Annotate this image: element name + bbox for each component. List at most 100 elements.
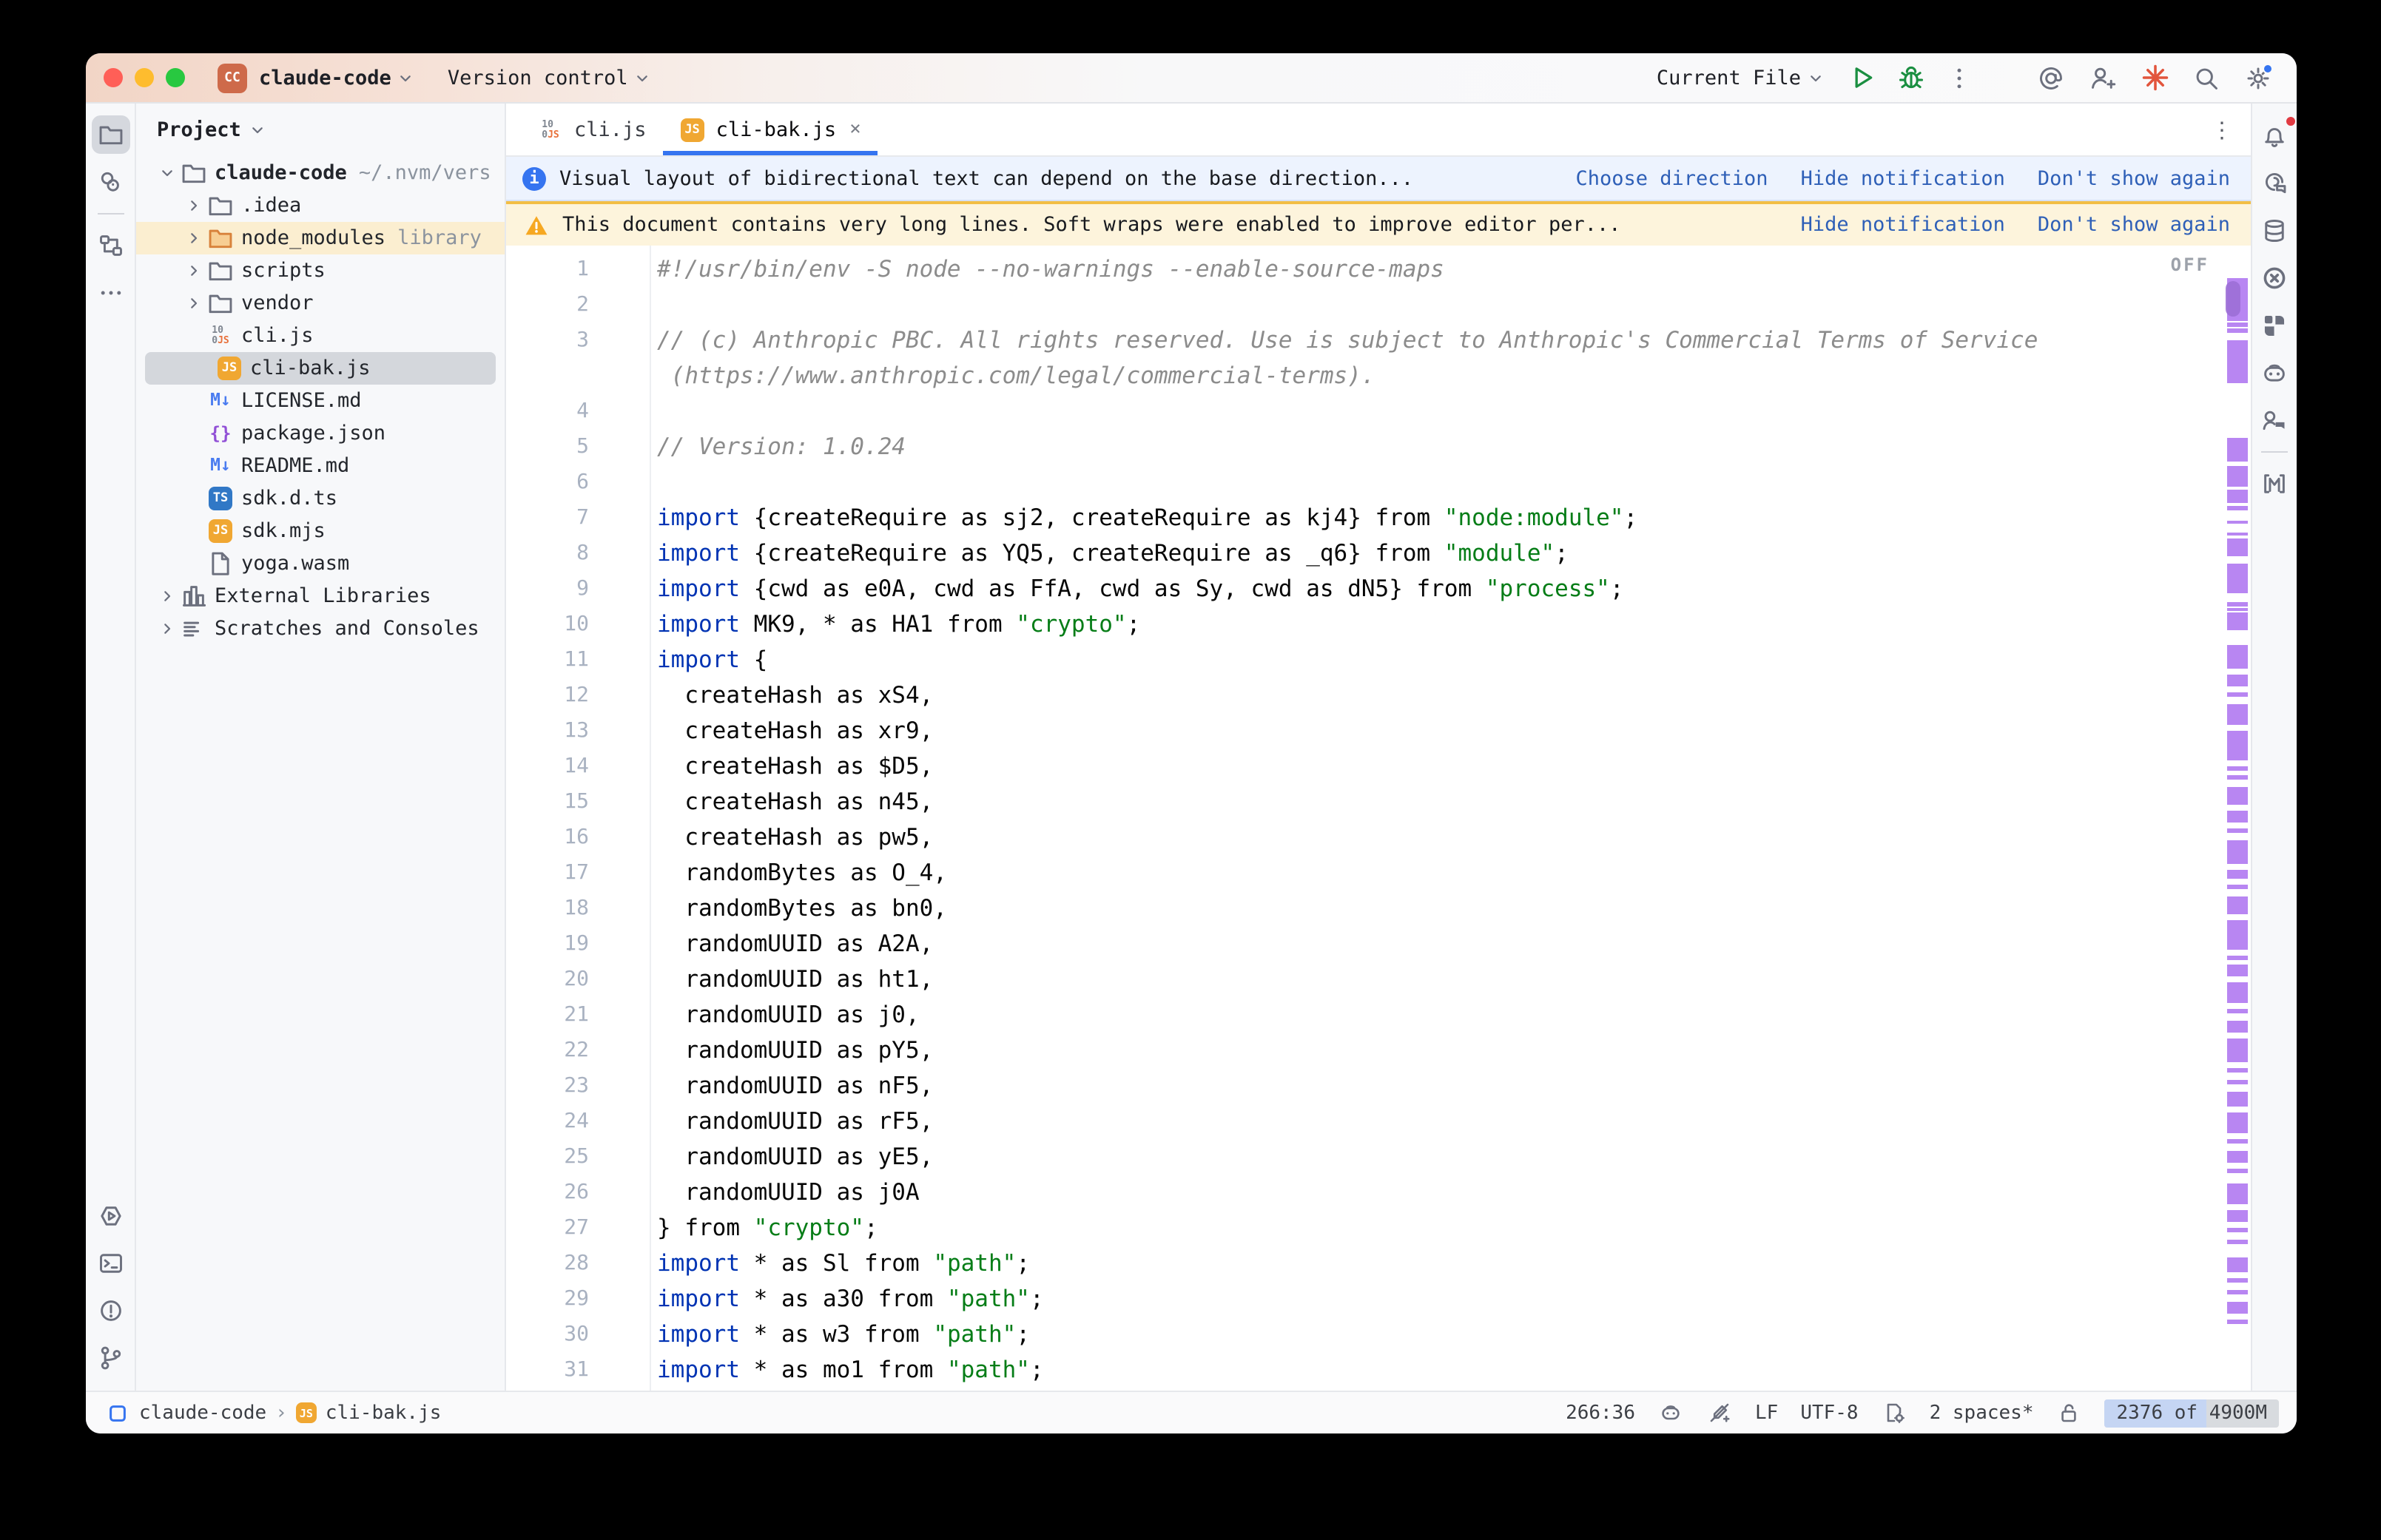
git-branch-icon[interactable] (91, 1339, 129, 1377)
notification-link[interactable]: Choose direction (1575, 166, 1768, 190)
line-number[interactable]: 30 (506, 1317, 650, 1352)
line-number[interactable]: 9 (506, 571, 650, 607)
project-menu[interactable]: claude-code (259, 66, 415, 90)
tree-item[interactable]: 100JScli.js (136, 320, 505, 352)
line-number[interactable]: 13 (506, 713, 650, 749)
close-window-button[interactable] (104, 68, 123, 87)
close-icon[interactable]: × (849, 118, 861, 141)
line-number[interactable]: 28 (506, 1246, 650, 1281)
breadcrumb-file[interactable]: cli-bak.js (326, 1402, 442, 1424)
tree-item[interactable]: Scratches and Consoles (136, 612, 505, 645)
line-number[interactable]: 12 (506, 678, 650, 713)
status-item[interactable]: 266:36 (1566, 1402, 1635, 1424)
problems-icon[interactable] (91, 1291, 129, 1330)
notification-link[interactable]: Hide notification (1801, 213, 2005, 237)
line-number[interactable]: 8 (506, 536, 650, 571)
mentions-at-icon[interactable] (2036, 63, 2066, 92)
run-play-icon[interactable] (1847, 63, 1876, 92)
commit-circles-icon[interactable] (91, 163, 129, 201)
tab-cli-bak.js[interactable]: JScli-bak.js× (663, 104, 878, 155)
code-line[interactable]: 25 randomUUID as yE5, (506, 1139, 2251, 1175)
editor-scrollbar[interactable] (2227, 246, 2248, 1391)
line-number[interactable]: 6 (506, 465, 650, 500)
tree-item[interactable]: scripts (136, 254, 505, 287)
line-number[interactable]: 10 (506, 607, 650, 642)
line-number[interactable]: 24 (506, 1104, 650, 1139)
scrollbar-thumb[interactable] (2226, 281, 2240, 317)
code-line[interactable]: 13 createHash as xr9, (506, 713, 2251, 749)
code-line[interactable]: 4 (506, 394, 2251, 429)
tree-item[interactable]: JScli-bak.js (145, 352, 496, 385)
chevron-right-icon[interactable] (154, 615, 181, 642)
line-number[interactable]: 18 (506, 891, 650, 926)
ai-chat-icon[interactable] (2255, 164, 2294, 203)
debug-bug-icon[interactable] (1896, 63, 1925, 92)
line-number[interactable]: 5 (506, 429, 650, 465)
maximize-window-button[interactable] (166, 68, 185, 87)
code-line[interactable]: 8import {createRequire as YQ5, createReq… (506, 536, 2251, 571)
indent-config-icon[interactable] (1881, 1399, 1907, 1426)
code-line[interactable]: (https://www.anthropic.com/legal/commerc… (506, 358, 2251, 394)
tree-item[interactable]: External Libraries (136, 580, 505, 612)
tab-cli.js[interactable]: 100JScli.js (521, 104, 663, 155)
status-item[interactable]: LF (1755, 1402, 1778, 1424)
inspections-off-label[interactable]: OFF (2171, 254, 2209, 275)
line-number[interactable]: 7 (506, 500, 650, 536)
code-line[interactable]: 28import * as Sl from "path"; (506, 1246, 2251, 1281)
line-number[interactable]: 17 (506, 855, 650, 891)
line-number[interactable] (506, 358, 650, 394)
code-line[interactable]: 26 randomUUID as j0A (506, 1175, 2251, 1210)
code-line[interactable]: 12 createHash as xS4, (506, 678, 2251, 713)
notifications-bell-icon[interactable] (2255, 117, 2294, 155)
code-line[interactable]: 6 (506, 465, 2251, 500)
code-line[interactable]: 10import MK9, * as HA1 from "crypto"; (506, 607, 2251, 642)
code-line[interactable]: 18 randomBytes as bn0, (506, 891, 2251, 926)
version-control-menu[interactable]: Version control (448, 66, 652, 90)
code-line[interactable]: 21 randomUUID as j0, (506, 997, 2251, 1033)
code-line[interactable]: 1#!/usr/bin/env -S node --no-warnings --… (506, 251, 2251, 287)
chevron-right-icon[interactable] (181, 225, 207, 251)
line-number[interactable]: 22 (506, 1033, 650, 1068)
notification-link[interactable]: Don't show again (2038, 213, 2230, 237)
run-configuration-selector[interactable]: Current File (1657, 66, 1825, 90)
code-line[interactable]: 30import * as w3 from "path"; (506, 1317, 2251, 1352)
more-kebab-icon[interactable] (1944, 63, 1974, 92)
code-line[interactable]: 23 randomUUID as nF5, (506, 1068, 2251, 1104)
status-item[interactable]: 2 spaces* (1930, 1402, 2034, 1424)
x-circle-icon[interactable] (2255, 259, 2294, 297)
highlighting-level-icon[interactable] (1706, 1399, 1733, 1426)
tab-options-kebab-icon[interactable]: ⋮ (2211, 116, 2233, 143)
chevron-down-icon[interactable] (154, 160, 181, 186)
line-number[interactable]: 27 (506, 1210, 650, 1246)
memory-indicator[interactable]: 2376 of 4900M (2105, 1399, 2280, 1427)
code-line[interactable]: 29import * as a30 from "path"; (506, 1281, 2251, 1317)
line-number[interactable]: 14 (506, 749, 650, 784)
tree-item[interactable]: {}package.json (136, 417, 505, 450)
terminal-icon[interactable] (91, 1244, 129, 1283)
line-number[interactable]: 21 (506, 997, 650, 1033)
code-line[interactable]: 11import { (506, 642, 2251, 678)
chevron-right-icon[interactable] (181, 192, 207, 219)
settings-gear-icon[interactable] (2243, 63, 2273, 92)
line-number[interactable]: 20 (506, 962, 650, 997)
line-number[interactable]: 16 (506, 820, 650, 855)
code-line[interactable]: 27} from "crypto"; (506, 1210, 2251, 1246)
tree-item[interactable]: .idea (136, 189, 505, 222)
code-line[interactable]: 9import {cwd as e0A, cwd as FfA, cwd as … (506, 571, 2251, 607)
plugin-icon[interactable] (2255, 306, 2294, 345)
chevron-right-icon[interactable] (181, 257, 207, 284)
code-line[interactable]: 2 (506, 287, 2251, 322)
notification-link[interactable]: Hide notification (1801, 166, 2005, 190)
search-icon[interactable] (2192, 63, 2221, 92)
code-line[interactable]: 16 createHash as pw5, (506, 820, 2251, 855)
markdown-preview-icon[interactable] (2255, 465, 2294, 503)
database-icon[interactable] (2255, 212, 2294, 250)
status-item[interactable]: UTF-8 (1800, 1402, 1858, 1424)
ai-assistant-sparkle-icon[interactable] (2140, 63, 2169, 92)
code-line[interactable]: 17 randomBytes as O_4, (506, 855, 2251, 891)
line-number[interactable]: 29 (506, 1281, 650, 1317)
code-line[interactable]: 14 createHash as $D5, (506, 749, 2251, 784)
line-number[interactable]: 19 (506, 926, 650, 962)
line-number[interactable]: 31 (506, 1352, 650, 1388)
notification-link[interactable]: Don't show again (2038, 166, 2230, 190)
